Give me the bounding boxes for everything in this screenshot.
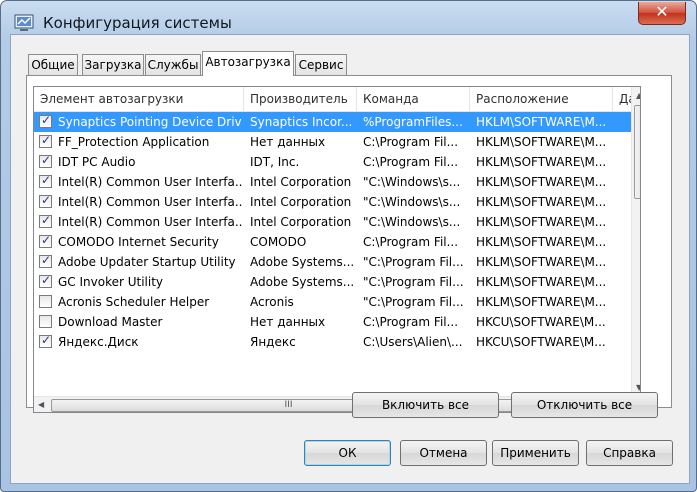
row-location: HKLM\SOFTWARE\M... [476, 295, 607, 309]
window-title: Конфигурация системы [43, 14, 232, 32]
row-command: "C:\Windows\s... [363, 175, 461, 189]
scroll-up-icon[interactable]: ▲ [636, 91, 640, 100]
row-item-name: Download Master [58, 315, 163, 329]
row-item-name: Intel(R) Common User Interfa... [58, 195, 242, 209]
list-header: Элемент автозагрузки Производитель Коман… [34, 87, 640, 112]
enable-all-button[interactable]: Включить все [352, 392, 499, 418]
row-checkbox[interactable] [39, 173, 52, 188]
row-command: C:\Program Fil... [363, 315, 459, 329]
table-row[interactable]: Download Master Нет данных C:\Program Fil.… [34, 312, 631, 332]
row-item-name: Adobe Updater Startup Utility [58, 255, 236, 269]
dialog-body: Общие Загрузка Службы Автозагрузка Серви… [10, 34, 690, 484]
tab-tools[interactable]: Сервис [295, 54, 347, 75]
column-header-vendor[interactable]: Производитель [244, 87, 357, 111]
column-header-command[interactable]: Команда [357, 87, 470, 111]
row-command: %ProgramFiles... [363, 115, 463, 129]
table-row[interactable]: COMODO Internet Security COMODO C:\Program… [34, 232, 631, 252]
vertical-scrollbar[interactable]: ▲ ▼ [631, 87, 640, 396]
row-item-name: COMODO Internet Security [58, 235, 219, 249]
table-row[interactable]: IDT PC Audio IDT, Inc. C:\Program Fil... HK… [34, 152, 631, 172]
tab-general[interactable]: Общие [28, 54, 78, 75]
row-location: HKLM\SOFTWARE\M... [476, 175, 607, 189]
row-location: HKLM\SOFTWARE\M... [476, 115, 607, 129]
table-row[interactable]: Яндекс.Диск Яндекс C:\Users\Alien\... HKCU\… [34, 332, 631, 352]
cancel-button[interactable]: Отмена [400, 440, 487, 466]
row-location: HKLM\SOFTWARE\M... [476, 215, 607, 229]
row-vendor: Intel Corporation [250, 175, 352, 189]
help-button[interactable]: Справка [586, 440, 673, 466]
table-row[interactable]: Adobe Updater Startup Utility Adobe Syste… [34, 252, 631, 272]
row-checkbox[interactable] [39, 315, 52, 328]
startup-items-list[interactable]: Элемент автозагрузки Производитель Коман… [33, 86, 641, 413]
row-vendor: Нет данных [250, 315, 326, 329]
row-item-name: GC Invoker Utility [58, 275, 164, 289]
row-command: C:\Users\Alien\... [363, 335, 463, 349]
scroll-down-icon[interactable]: ▼ [636, 383, 640, 392]
row-vendor: Intel Corporation [250, 215, 352, 229]
row-vendor: Яндекс [250, 335, 296, 349]
row-checkbox[interactable] [39, 253, 52, 268]
row-command: "C:\Windows\s... [363, 195, 461, 209]
tab-boot[interactable]: Загрузка [82, 54, 144, 75]
row-command: C:\Program Fil... [363, 135, 459, 149]
close-button[interactable]: ✕ [638, 2, 686, 25]
vertical-scroll-thumb[interactable] [634, 105, 640, 199]
row-command: "C:\Windows\s... [363, 215, 461, 229]
row-checkbox[interactable] [39, 273, 52, 288]
row-checkbox[interactable] [39, 133, 52, 148]
row-checkbox[interactable] [39, 333, 52, 348]
row-command: C:\Program Fil... [363, 235, 459, 249]
row-location: HKCU\SOFTWARE\M... [476, 315, 606, 329]
row-item-name: Acronis Scheduler Helper [58, 295, 210, 309]
row-checkbox[interactable] [39, 113, 52, 128]
msconfig-app-icon [14, 14, 34, 31]
row-command: "C:\Program Fil... [363, 275, 464, 289]
row-item-name: Intel(R) Common User Interfa... [58, 215, 242, 229]
row-checkbox[interactable] [39, 213, 52, 228]
row-vendor: Acronis [250, 295, 294, 309]
apply-button[interactable]: Применить [492, 440, 579, 466]
row-checkbox[interactable] [39, 193, 52, 208]
row-command: "C:\Program Fil... [363, 295, 464, 309]
row-location: HKLM\SOFTWARE\M... [476, 155, 607, 169]
row-vendor: Adobe Systems... [250, 255, 355, 269]
row-location: HKCU\SOFTWARE\M... [476, 335, 606, 349]
table-row[interactable]: Intel(R) Common User Interfa... Intel Cor… [34, 192, 631, 212]
scroll-left-icon[interactable]: ◀ [38, 400, 44, 409]
row-item-name: Яндекс.Диск [58, 335, 139, 349]
row-location: HKLM\SOFTWARE\M... [476, 255, 607, 269]
row-item-name: Intel(R) Common User Interfa... [58, 175, 242, 189]
row-command: "C:\Program Fil... [363, 255, 464, 269]
disable-all-button[interactable]: Отключить все [511, 392, 658, 418]
row-command: C:\Program Fil... [363, 155, 459, 169]
row-checkbox[interactable] [39, 153, 52, 168]
row-vendor: Synaptics Incor... [250, 115, 353, 129]
row-location: HKLM\SOFTWARE\M... [476, 235, 607, 249]
row-checkbox[interactable] [39, 233, 52, 248]
tab-services[interactable]: Службы [145, 54, 201, 75]
row-vendor: Intel Corporation [250, 195, 352, 209]
column-header-location[interactable]: Расположение [470, 87, 613, 111]
row-vendor: Нет данных [250, 135, 326, 149]
table-row[interactable]: GC Invoker Utility Adobe Systems... "C:\Pr… [34, 272, 631, 292]
table-row[interactable]: Synaptics Pointing Device Driver Synaptic… [34, 112, 631, 132]
row-item-name: FF_Protection Application [58, 135, 210, 149]
tab-startup[interactable]: Автозагрузка [202, 51, 294, 76]
row-location: HKLM\SOFTWARE\M... [476, 135, 607, 149]
row-checkbox[interactable] [39, 295, 52, 308]
table-row[interactable]: FF_Protection Application Нет данных C:\Pr… [34, 132, 631, 152]
column-header-item[interactable]: Элемент автозагрузки [34, 87, 244, 111]
row-location: HKLM\SOFTWARE\M... [476, 275, 607, 289]
table-row[interactable]: Intel(R) Common User Interfa... Intel Cor… [34, 172, 631, 192]
row-item-name: IDT PC Audio [58, 155, 136, 169]
table-row[interactable]: Intel(R) Common User Interfa... Intel Cor… [34, 212, 631, 232]
row-vendor: IDT, Inc. [250, 155, 300, 169]
row-location: HKLM\SOFTWARE\M... [476, 195, 607, 209]
row-item-name: Synaptics Pointing Device Driver [58, 115, 242, 129]
row-vendor: COMODO [250, 235, 307, 249]
msconfig-window: Конфигурация системы ✕ Общие Загрузка Сл… [0, 0, 697, 492]
row-vendor: Adobe Systems... [250, 275, 355, 289]
ok-button[interactable]: ОК [304, 440, 391, 466]
table-row[interactable]: Acronis Scheduler Helper Acronis "C:\Progr… [34, 292, 631, 312]
